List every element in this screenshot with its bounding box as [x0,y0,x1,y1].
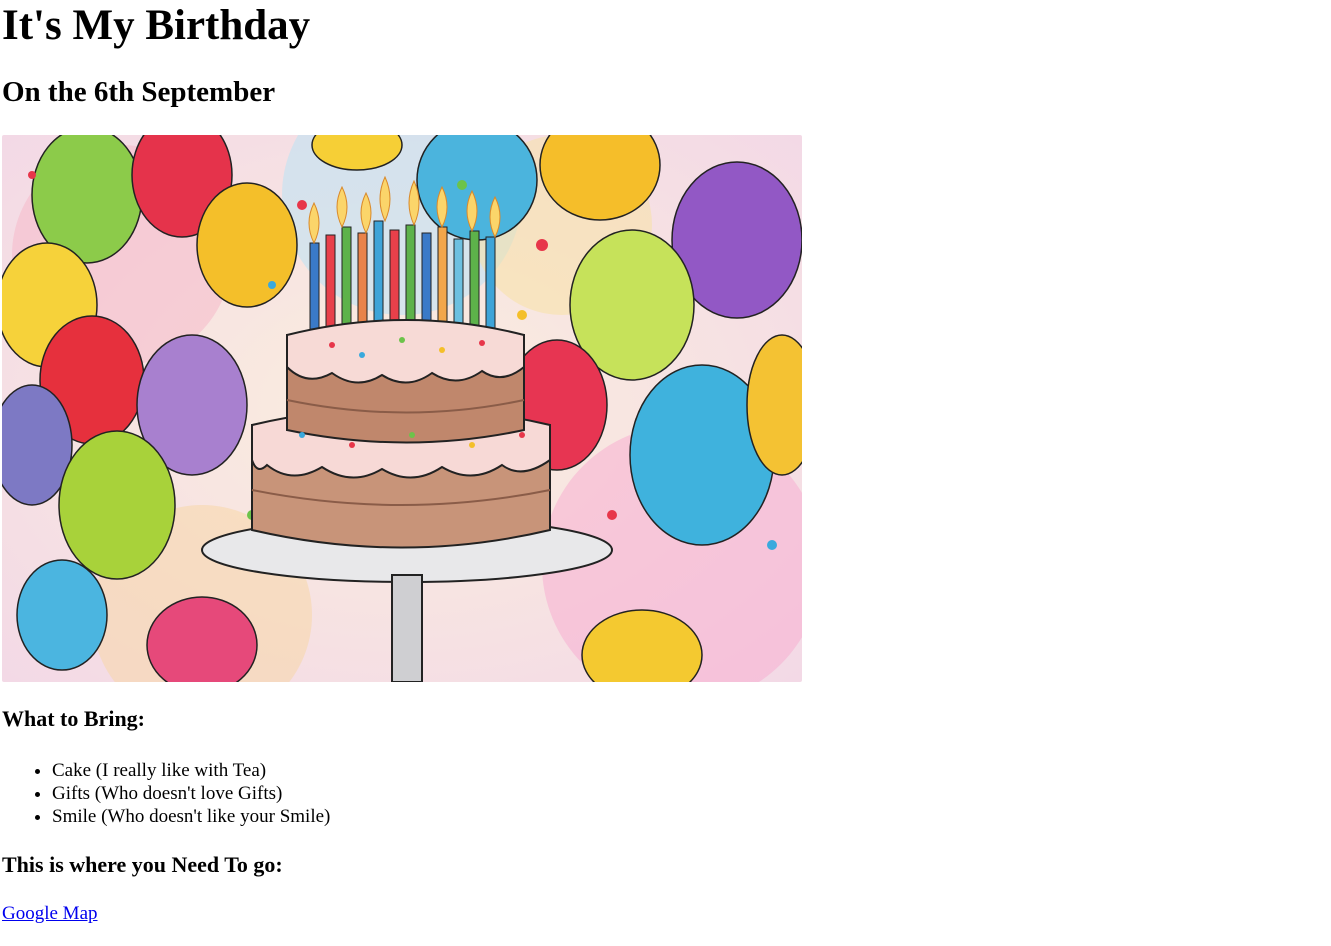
page-title: It's My Birthday [2,2,311,49]
page-subtitle: On the 6th September [2,76,276,108]
page: It's My Birthday On the 6th September Wh… [0,0,1331,946]
bring-heading: What to Bring: [2,706,145,731]
list-item: Smile (Who doesn't like your Smile) [52,805,330,828]
list-item: Cake (I really like with Tea) [52,759,330,782]
bring-list: Cake (I really like with Tea) Gifts (Who… [2,759,330,828]
directions-heading: This is where you Need To go: [2,852,283,877]
list-item: Gifts (Who doesn't love Gifts) [52,782,330,805]
google-map-link[interactable]: Google Map [2,902,98,925]
birthday-cake-image [2,135,802,682]
